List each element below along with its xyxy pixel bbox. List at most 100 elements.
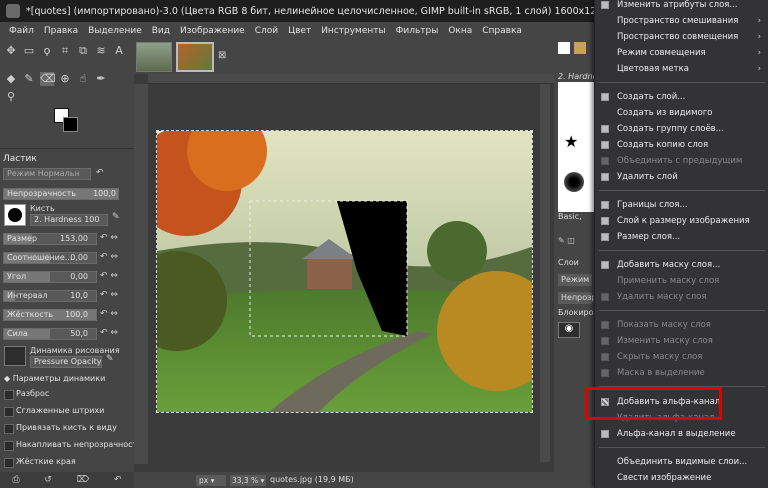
menu-item-show-layer-mask[interactable]: Показать маску слоя <box>595 317 768 333</box>
jitter-checkbox[interactable]: Разброс <box>4 388 49 400</box>
menu-windows[interactable]: Окна <box>443 26 477 36</box>
menu-item-add-layer-mask[interactable]: Добавить маску слоя... <box>595 257 768 273</box>
paths-tool-icon[interactable]: ✒ <box>94 72 108 86</box>
angle-reset-icon[interactable]: ↶ ⇔ <box>100 271 118 281</box>
menu-file[interactable]: Файл <box>4 26 39 36</box>
patterns-tab-icon[interactable] <box>574 42 586 54</box>
hardness-reset-icon[interactable]: ↶ ⇔ <box>100 309 118 319</box>
reset-icon[interactable]: ↶ <box>114 475 122 485</box>
menu-item-composite-mode[interactable]: Режим совмещения › <box>595 45 768 61</box>
unit-select[interactable]: px ▾ <box>196 475 226 486</box>
warp-tool-icon[interactable]: ≋ <box>94 44 108 58</box>
brushes-tab-icon[interactable] <box>558 42 570 54</box>
menu-item-mask-to-selection[interactable]: Маска в выделение <box>595 365 768 381</box>
image-tab-thumbnail-1[interactable] <box>136 42 172 72</box>
size-reset-icon[interactable]: ↶ ⇔ <box>100 233 118 243</box>
menu-item-layer-to-image-size[interactable]: Слой к размеру изображения <box>595 213 768 229</box>
menu-layer[interactable]: Слой <box>250 26 283 36</box>
menu-color[interactable]: Цвет <box>283 26 316 36</box>
vertical-scrollbar[interactable] <box>540 84 550 462</box>
menu-select[interactable]: Выделение <box>83 26 147 36</box>
force-reset-icon[interactable]: ↶ ⇔ <box>100 328 118 338</box>
layer-mode-select[interactable]: Режим <box>558 274 592 286</box>
layer-attributes-icon <box>601 1 609 9</box>
dynamics-preview-icon[interactable] <box>4 346 26 366</box>
hard-edge-checkbox[interactable]: Жёсткие края <box>4 456 76 468</box>
image-tab-thumbnail-2[interactable] <box>176 42 214 72</box>
menu-item-scale-layer[interactable]: Размер слоя... <box>595 229 768 245</box>
edit-brush-icon[interactable]: ✎ <box>112 212 120 222</box>
smooth-stroke-checkbox[interactable]: Сглаженные штрихи <box>4 405 104 417</box>
move-tool-icon[interactable]: ✥ <box>4 44 18 58</box>
brush-name-field[interactable]: 2. Hardness 100 <box>30 214 108 226</box>
edit-dynamics-icon[interactable]: ✎ <box>106 354 114 364</box>
force-slider[interactable]: Сила 50,0 <box>3 328 97 340</box>
menu-image[interactable]: Изображение <box>175 26 250 36</box>
reset-mode-icon[interactable]: ↶ <box>96 168 104 178</box>
menu-item-merge-visible[interactable]: Объединить видимые слои... <box>595 454 768 470</box>
smudge-tool-icon[interactable]: ☝ <box>76 72 90 86</box>
save-preset-icon[interactable]: ⎙ <box>12 475 19 485</box>
dynamics-field[interactable]: Pressure Opacity <box>30 356 102 368</box>
menu-item-layer-boundary[interactable]: Границы слоя... <box>595 197 768 213</box>
menu-item-blend-space[interactable]: Пространство смешивания › <box>595 13 768 29</box>
hardness-slider[interactable]: Жёсткость 100,0 <box>3 309 97 321</box>
menu-item-new-layer[interactable]: Создать слой... <box>595 89 768 105</box>
menu-item-flatten-image[interactable]: Свести изображение <box>595 470 768 486</box>
spacing-reset-icon[interactable]: ↶ ⇔ <box>100 290 118 300</box>
rect-select-tool-icon[interactable]: ▭ <box>22 44 36 58</box>
close-tab-icon[interactable]: ⊠ <box>218 50 226 61</box>
menu-help[interactable]: Справка <box>477 26 527 36</box>
menu-item-apply-layer-mask[interactable]: Применить маску слоя <box>595 273 768 289</box>
menu-tools[interactable]: Инструменты <box>316 26 390 36</box>
menu-item-color-tag[interactable]: Цветовая метка › <box>595 61 768 77</box>
menu-filters[interactable]: Фильтры <box>391 26 444 36</box>
aspect-slider[interactable]: Соотношение... 0,00 <box>3 252 97 264</box>
menu-item-edit-layer-mask[interactable]: Изменить маску слоя <box>595 333 768 349</box>
paintbrush-icon[interactable]: ✎ <box>22 72 36 86</box>
menu-item-duplicate-layer[interactable]: Создать копию слоя <box>595 137 768 153</box>
submenu-arrow-icon: › <box>757 48 761 58</box>
color-picker-icon[interactable]: ⚲ <box>4 90 18 104</box>
zoom-select[interactable]: 33,3 % ▾ <box>230 475 266 486</box>
image-canvas[interactable] <box>156 130 533 413</box>
opacity-slider[interactable]: Непрозрачность 100,0 <box>3 188 119 200</box>
lock-brush-to-view-checkbox[interactable]: Привязать кисть к виду <box>4 422 117 434</box>
bucket-fill-icon[interactable]: ◆ <box>4 72 18 86</box>
size-slider[interactable]: Размер 153,00 <box>3 233 97 245</box>
text-tool-icon[interactable]: A <box>112 44 126 58</box>
lasso-tool-icon[interactable]: ϙ <box>40 44 54 58</box>
incremental-checkbox[interactable]: Накапливать непрозрачность <box>4 439 142 451</box>
brush-actions-icons[interactable]: ✎ ◫ <box>558 236 575 245</box>
angle-slider[interactable]: Угол 0,00 <box>3 271 97 283</box>
layers-tab[interactable]: Слои <box>558 258 579 267</box>
menu-view[interactable]: Вид <box>147 26 175 36</box>
menu-item-disable-layer-mask[interactable]: Скрыть маску слоя <box>595 349 768 365</box>
mode-select[interactable]: Режим Нормальн <box>3 168 91 180</box>
menu-edit[interactable]: Правка <box>39 26 83 36</box>
menu-item-composite-space[interactable]: Пространство совмещения › <box>595 29 768 45</box>
checkbox-icon <box>601 353 609 361</box>
menu-item-new-from-visible[interactable]: Создать из видимого <box>595 105 768 121</box>
aspect-reset-icon[interactable]: ↶ ⇔ <box>100 252 118 262</box>
menu-item-edit-layer-attributes[interactable]: Изменить атрибуты слоя... <box>595 0 768 13</box>
layer-opacity-slider[interactable]: Непрозр <box>558 292 596 304</box>
eraser-tool-icon[interactable]: ⌫ <box>40 72 56 86</box>
visibility-eye-icon[interactable]: ◉ <box>558 322 580 338</box>
unified-transform-icon[interactable]: ⧉ <box>76 44 90 58</box>
menu-item-label: Применить маску слоя <box>617 276 720 286</box>
dynamics-options-expander[interactable]: ◆ Параметры динамики <box>4 374 105 383</box>
spacing-slider[interactable]: Интервал 10,0 <box>3 290 97 302</box>
clone-tool-icon[interactable]: ⊕ <box>58 72 72 86</box>
restore-icon[interactable]: ↺ <box>44 475 52 485</box>
background-color-swatch[interactable] <box>63 117 78 132</box>
brush-grid[interactable]: ★ <box>558 82 594 212</box>
menu-item-alpha-to-selection[interactable]: Альфа-канал в выделение <box>595 426 768 442</box>
menu-item-delete-layer-mask[interactable]: Удалить маску слоя <box>595 289 768 305</box>
crop-tool-icon[interactable]: ⌗ <box>58 44 72 58</box>
delete-preset-icon[interactable]: ⌦ <box>77 475 90 485</box>
menu-item-delete-layer[interactable]: Удалить слой <box>595 169 768 185</box>
menu-item-new-layer-group[interactable]: Создать группу слоёв... <box>595 121 768 137</box>
menu-item-merge-down[interactable]: Объединить с предыдущим <box>595 153 768 169</box>
brush-preview[interactable] <box>4 204 26 226</box>
